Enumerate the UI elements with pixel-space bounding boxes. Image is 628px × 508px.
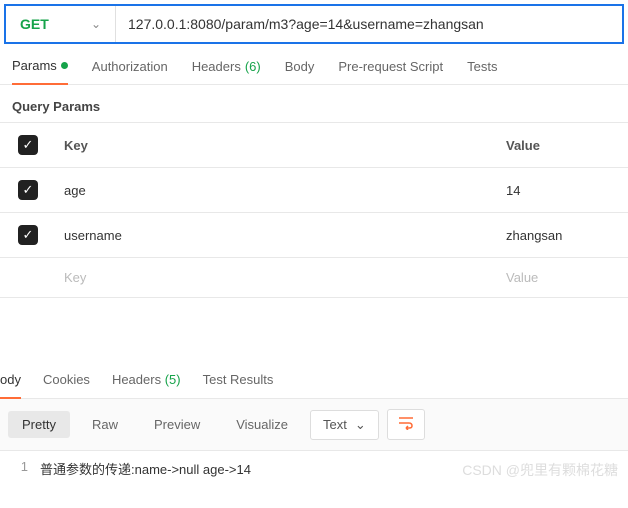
table-row-placeholder[interactable]: Key Value (0, 257, 628, 298)
section-title: Query Params (0, 85, 628, 122)
line-number: 1 (0, 459, 40, 478)
tab-test-results[interactable]: Test Results (203, 372, 274, 398)
key-cell[interactable]: age (56, 171, 498, 210)
url-input[interactable] (116, 6, 622, 42)
modified-dot-icon (61, 62, 68, 69)
key-header: Key (56, 126, 498, 165)
response-line[interactable]: 普通参数的传递:name->null age->14 (40, 459, 628, 478)
value-header: Value (498, 126, 628, 165)
request-bar: GET ⌄ (4, 4, 624, 44)
content-type-dropdown[interactable]: Text ⌄ (310, 410, 379, 440)
view-raw[interactable]: Raw (78, 411, 132, 438)
tab-cookies[interactable]: Cookies (43, 372, 90, 398)
select-all-checkbox[interactable]: ✓ (18, 135, 38, 155)
tab-headers[interactable]: Headers (6) (192, 58, 261, 84)
view-bar: Pretty Raw Preview Visualize Text ⌄ (0, 399, 628, 451)
params-table: ✓ Key Value ✓ age 14 ✓ username zhangsan… (0, 122, 628, 298)
tab-response-body[interactable]: ody (0, 372, 21, 399)
method-dropdown[interactable]: GET ⌄ (6, 6, 116, 42)
view-preview[interactable]: Preview (140, 411, 214, 438)
response-tabs: ody Cookies Headers (5) Test Results (0, 358, 628, 399)
chevron-down-icon: ⌄ (355, 417, 366, 433)
row-checkbox[interactable]: ✓ (18, 225, 38, 245)
view-visualize[interactable]: Visualize (222, 411, 302, 438)
tab-params[interactable]: Params (12, 58, 68, 85)
value-cell[interactable]: 14 (498, 171, 628, 210)
key-cell[interactable]: username (56, 216, 498, 255)
tab-authorization[interactable]: Authorization (92, 58, 168, 84)
table-row[interactable]: ✓ age 14 (0, 167, 628, 212)
tab-response-headers[interactable]: Headers (5) (112, 372, 181, 398)
request-tabs: Params Authorization Headers (6) Body Pr… (0, 44, 628, 85)
wrap-lines-button[interactable] (387, 409, 425, 440)
row-checkbox[interactable]: ✓ (18, 180, 38, 200)
spacer (0, 298, 628, 358)
tab-tests[interactable]: Tests (467, 58, 497, 84)
method-label: GET (20, 16, 49, 32)
value-placeholder[interactable]: Value (498, 258, 628, 297)
response-body: 1 普通参数的传递:name->null age->14 (0, 451, 628, 486)
tab-prerequest[interactable]: Pre-request Script (338, 58, 443, 84)
table-header-row: ✓ Key Value (0, 122, 628, 167)
wrap-icon (398, 416, 414, 430)
chevron-down-icon: ⌄ (91, 17, 101, 31)
tab-body[interactable]: Body (285, 58, 315, 84)
key-placeholder[interactable]: Key (56, 258, 498, 297)
header-check-cell: ✓ (0, 123, 56, 167)
table-row[interactable]: ✓ username zhangsan (0, 212, 628, 257)
view-pretty[interactable]: Pretty (8, 411, 70, 438)
value-cell[interactable]: zhangsan (498, 216, 628, 255)
